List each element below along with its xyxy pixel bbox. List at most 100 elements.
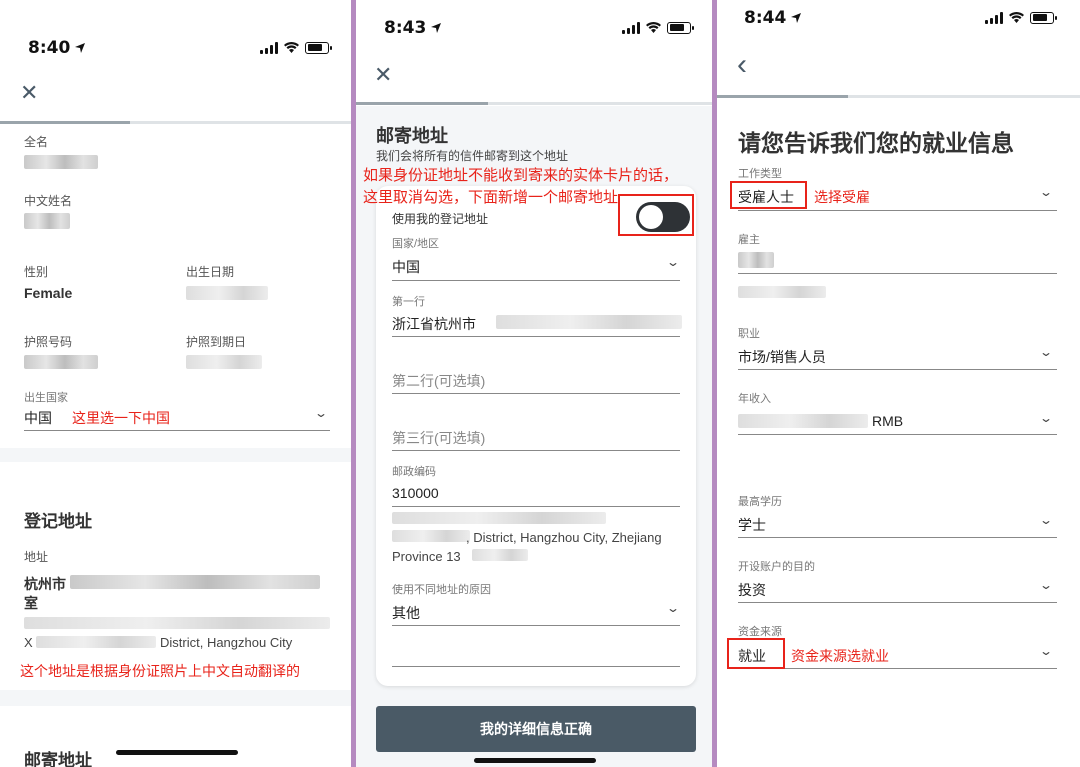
line1-input[interactable]: 浙江省杭州市: [392, 314, 476, 334]
mailing-title: 邮寄地址: [376, 126, 448, 146]
birth-country-label: 出生国家: [24, 392, 68, 404]
annotation-funds-box: [727, 638, 785, 669]
postcode-label: 邮政编码: [392, 466, 436, 478]
full-name-value-redacted: [24, 155, 98, 169]
system-icons: [985, 11, 1057, 24]
section-divider: [0, 448, 351, 462]
income-label: 年收入: [738, 393, 771, 405]
status-bar: 8:44: [717, 0, 1080, 60]
income-value-redacted: [738, 414, 868, 428]
occupation-value: 市场/销售人员: [738, 349, 826, 365]
annotation-funds: 资金来源选就业: [791, 648, 889, 664]
chevron-down-icon: ⌄: [1038, 411, 1054, 425]
purpose-label: 开设账户的目的: [738, 561, 815, 573]
field-underline: [738, 537, 1057, 538]
field-underline: [738, 369, 1057, 370]
battery-icon: [667, 21, 694, 34]
passport-expiry-label: 护照到期日: [186, 335, 247, 349]
gender-label: 性别: [24, 265, 49, 279]
translated-address-line2: Province 13: [392, 549, 461, 564]
field-underline: [392, 666, 680, 667]
postcode-input[interactable]: 310000: [392, 485, 439, 501]
annotation-toggle-box: [618, 194, 694, 236]
line1-redacted: [496, 315, 682, 329]
system-icons: [260, 41, 332, 54]
field-underline: [738, 668, 1057, 669]
chinese-name-value-redacted: [24, 213, 70, 229]
field-underline: [392, 625, 680, 626]
translated-address-line1: , District, Hangzhou City, Zhejiang: [466, 530, 662, 545]
chevron-down-icon: ⌄: [1038, 185, 1054, 199]
progress-bar: [717, 95, 1080, 98]
reason-value: 其他: [392, 605, 420, 621]
field-underline: [738, 273, 1057, 274]
signal-icon: [622, 21, 640, 34]
system-icons: [622, 21, 694, 34]
chinese-name-label: 中文姓名: [24, 194, 73, 208]
home-indicator: [116, 750, 238, 755]
location-arrow-icon: [791, 13, 802, 23]
mailing-address-title: 邮寄地址: [24, 751, 92, 767]
annotation-job-type-box: [730, 181, 807, 209]
chevron-down-icon: ⌄: [665, 255, 681, 269]
status-bar: 8:43: [356, 0, 712, 60]
use-registered-label: 使用我的登记地址: [392, 212, 489, 226]
address-line1-cont: 室: [24, 595, 38, 611]
screen-mailing-address: 8:43 ✕ 邮寄地址 我们会将所有的信件邮寄到这个地址 如果身份证地址不能收到…: [356, 0, 712, 767]
passport-number-redacted: [24, 355, 98, 369]
status-time: 8:44: [744, 8, 802, 28]
income-value: RMB: [872, 413, 904, 429]
signal-icon: [260, 41, 278, 54]
field-underline: [738, 434, 1057, 435]
occupation-label: 职业: [738, 328, 760, 340]
status-time: 8:40: [28, 38, 86, 58]
passport-number-label: 护照号码: [24, 335, 73, 349]
dob-label: 出生日期: [186, 265, 235, 279]
confirm-details-button[interactable]: 我的详细信息正确: [376, 706, 696, 752]
location-arrow-icon: [75, 43, 86, 53]
line1-label: 第一行: [392, 296, 425, 308]
wifi-icon: [646, 22, 661, 33]
annotation-address: 这个地址是根据身份证照片上中文自动翻译的: [20, 663, 300, 679]
address-line3-redacted: [36, 636, 156, 648]
field-underline: [392, 280, 680, 281]
job-type-label: 工作类型: [738, 168, 782, 180]
reason-label: 使用不同地址的原因: [392, 584, 491, 596]
chevron-down-icon: ⌄: [1038, 644, 1054, 658]
translated-address-redacted-3: [472, 549, 528, 561]
chevron-down-icon: ⌄: [1038, 513, 1054, 527]
section-divider: [0, 690, 351, 706]
field-underline: [392, 450, 680, 451]
chevron-down-icon: ⌄: [313, 406, 329, 420]
mailing-subtitle: 我们会将所有的信件邮寄到这个地址: [376, 149, 569, 163]
full-name-label: 全名: [24, 135, 49, 149]
annotation-line1: 如果身份证地址不能收到寄来的实体卡片的话，: [363, 167, 679, 184]
progress-bar: [0, 121, 351, 124]
field-underline: [392, 336, 680, 337]
close-icon[interactable]: ✕: [20, 80, 38, 106]
translated-address-redacted-2: [392, 530, 470, 542]
line2-input[interactable]: 第二行(可选填): [392, 371, 485, 391]
field-underline: [392, 506, 680, 507]
annotation-job-type: 选择受雇: [814, 189, 870, 205]
back-icon[interactable]: ‹: [737, 48, 747, 82]
field-underline: [24, 430, 330, 431]
address-label: 地址: [24, 550, 49, 564]
address-line3-prefix: X: [24, 635, 33, 650]
education-value: 学士: [738, 517, 766, 533]
birth-country-value: 中国: [24, 410, 52, 426]
country-value: 中国: [392, 259, 420, 275]
line3-input[interactable]: 第三行(可选填): [392, 428, 485, 448]
field-underline: [738, 210, 1057, 211]
employer-label: 雇主: [738, 234, 760, 246]
employer-value-redacted[interactable]: [738, 252, 774, 268]
status-time: 8:43: [384, 18, 442, 38]
close-icon[interactable]: ✕: [374, 62, 392, 88]
wifi-icon: [284, 42, 299, 53]
address-line1-redacted: [70, 575, 320, 589]
battery-icon: [1030, 11, 1057, 24]
employer-address-redacted: [738, 286, 826, 298]
field-underline: [738, 602, 1057, 603]
funds-source-label: 资金来源: [738, 626, 782, 638]
screen-personal-info: 8:40 ✕ 全名 中文姓名 性别 Female 出生日期 护照号码 护照到期日…: [0, 0, 351, 767]
